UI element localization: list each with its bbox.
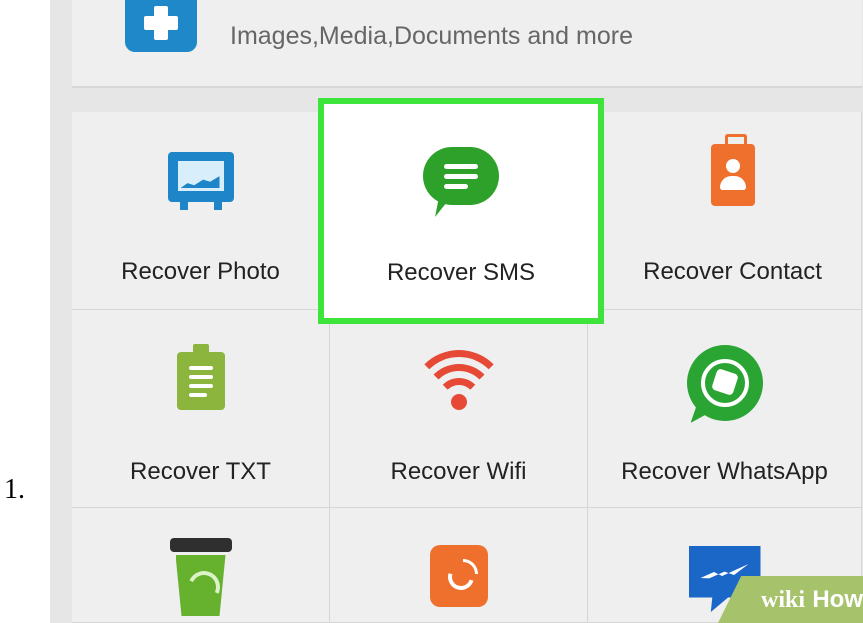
clipboard-line-4 [188,393,207,397]
message-line-3 [444,184,468,189]
whatsapp-icon [686,345,763,421]
message-line-1 [444,164,478,169]
attachment-label: Images,Media,Documents and more [230,22,633,50]
app-screen: Images,Media,Documents and more Recover … [50,0,863,623]
clipboard-line-2 [188,375,213,379]
wikihow-wiki-text: wiki [760,587,805,613]
clipboard-line-1 [188,366,213,370]
recover-photo-tile[interactable]: Recover Photo [72,112,330,310]
recover-photo-label: Recover Photo [121,258,280,285]
wikihow-how-text: How [812,586,863,613]
recovery-options-grid: Recover Photo Recover SMS Recover Contac… [72,98,862,623]
recover-txt-tile[interactable]: Recover TXT [72,310,330,508]
contact-body [719,176,746,190]
wikihow-watermark: wiki How [718,576,863,623]
recover-contact-tile[interactable]: Recover Contact [604,112,862,310]
add-icon [125,0,197,52]
message-icon [423,147,499,205]
wifi-dot [450,394,467,410]
wifi-icon [409,350,508,426]
recover-contact-label: Recover Contact [643,258,822,285]
call-signal-icon [462,559,478,574]
recover-txt-label: Recover TXT [130,458,271,485]
recover-wifi-label: Recover Wifi [390,458,527,485]
call-log-icon [429,545,488,607]
recover-whatsapp-label: Recover WhatsApp [621,458,828,485]
photo-icon [167,152,234,210]
recover-sms-tile[interactable]: Recover SMS [318,98,604,324]
attachment-option[interactable]: Images,Media,Documents and more [72,0,862,88]
recover-trash-tile[interactable] [72,508,330,623]
photo-stand-right [213,202,222,210]
photo-stand-left [179,202,188,210]
recover-wifi-tile[interactable]: Recover Wifi [330,310,588,508]
bin-lid [169,538,232,552]
recover-call-log-tile[interactable] [330,508,588,623]
clipboard-icon [176,344,225,410]
list-marker: 1. [4,474,25,505]
contact-card-icon [710,134,755,206]
recycle-bin-icon [169,538,232,616]
message-line-2 [444,174,478,179]
contact-head [725,159,740,173]
clipboard-line-3 [188,384,213,388]
recover-whatsapp-tile[interactable]: Recover WhatsApp [588,310,862,508]
recover-sms-label: Recover SMS [386,259,536,286]
